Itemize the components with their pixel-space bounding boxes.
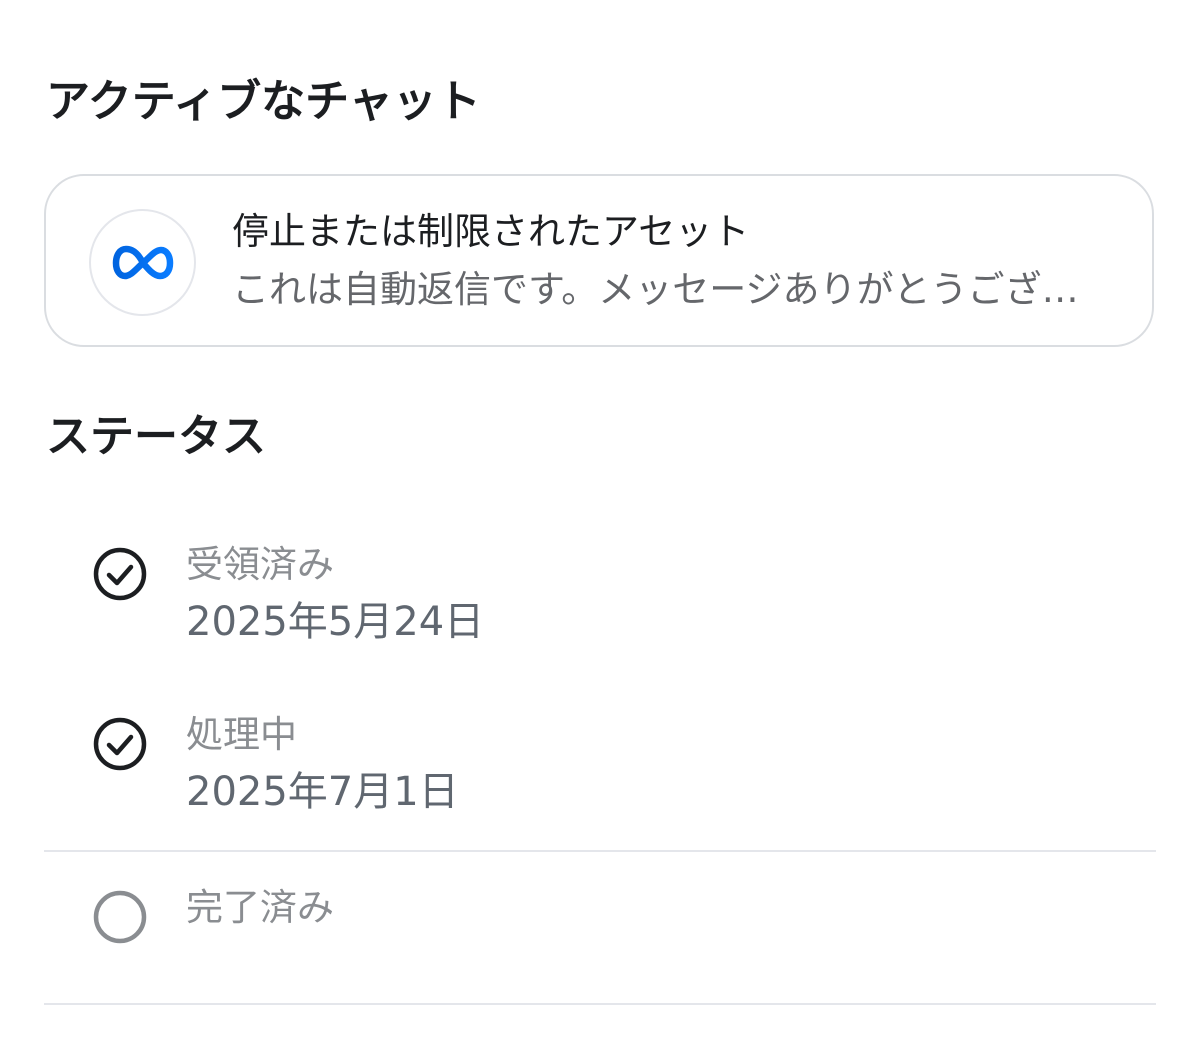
active-chats-heading: アクティブなチャット <box>46 76 481 127</box>
chat-preview: これは自動返信です。メッセージありがとうございます。 <box>232 270 1102 311</box>
divider <box>44 850 1156 852</box>
check-circle-icon <box>92 716 148 772</box>
status-step-label: 完了済み <box>186 886 334 929</box>
chat-avatar <box>89 209 196 316</box>
active-chat-card[interactable]: 停止または制限されたアセット これは自動返信です。メッセージありがとうございます… <box>44 174 1154 347</box>
status-heading: ステータス <box>46 411 266 462</box>
status-step-label: 処理中 <box>186 713 297 756</box>
status-step-date: 2025年7月1日 <box>186 769 459 815</box>
status-step-label: 受領済み <box>186 543 334 586</box>
meta-logo-icon <box>112 245 173 279</box>
check-circle-icon <box>92 546 148 602</box>
empty-circle-icon <box>92 889 148 945</box>
status-step-date: 2025年5月24日 <box>186 599 485 645</box>
divider <box>44 1003 1156 1005</box>
chat-title: 停止または制限されたアセット <box>232 210 750 253</box>
